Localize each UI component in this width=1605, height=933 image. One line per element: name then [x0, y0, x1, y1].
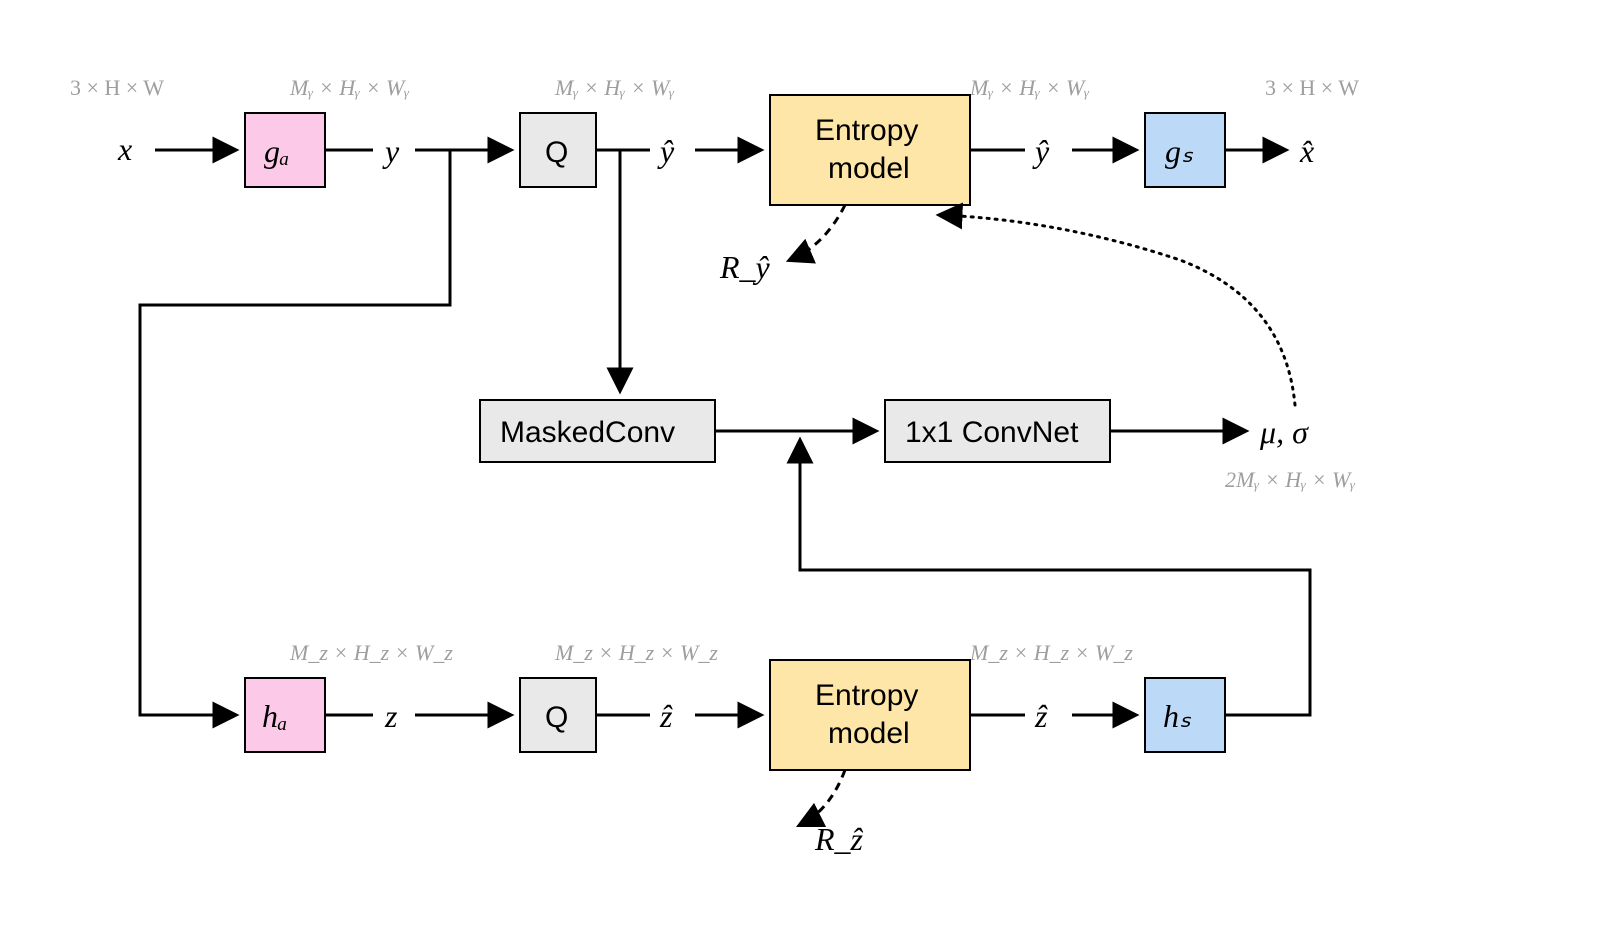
- dim-y: Mᵧ × Hᵧ × Wᵧ: [289, 75, 409, 100]
- dim-yhat: Mᵧ × Hᵧ × Wᵧ: [554, 75, 674, 100]
- var-Ry: R_ŷ: [719, 249, 771, 285]
- dim-zhat-out: M_z × H_z × W_z: [969, 640, 1133, 665]
- label-Q-bottom: Q: [545, 701, 568, 734]
- var-yhat: ŷ: [657, 133, 675, 169]
- label-ha: hₐ: [262, 698, 287, 734]
- label-ga: gₐ: [264, 133, 289, 169]
- row-top: 3 × H × W Mᵧ × Hᵧ × Wᵧ Mᵧ × Hᵧ × Wᵧ Mᵧ ×…: [70, 75, 1359, 205]
- var-x: x: [117, 131, 132, 167]
- label-entropy-top-1: Entropy: [815, 114, 918, 147]
- label-gs: gₛ: [1165, 133, 1194, 169]
- dim-zhat: M_z × H_z × W_z: [554, 640, 718, 665]
- var-zhat-out: ẑ: [1034, 698, 1048, 734]
- dim-xhat: 3 × H × W: [1265, 75, 1359, 100]
- label-convnet: 1x1 ConvNet: [905, 416, 1079, 449]
- label-Q-top: Q: [545, 136, 568, 169]
- dim-yhat-out: Mᵧ × Hᵧ × Wᵧ: [969, 75, 1089, 100]
- label-entropy-bot-2: model: [828, 717, 910, 750]
- label-hs: hₛ: [1163, 698, 1192, 734]
- dim-x: 3 × H × W: [70, 75, 164, 100]
- row-bottom: M_z × H_z × W_z M_z × H_z × W_z M_z × H_…: [245, 640, 1225, 770]
- dim-z: M_z × H_z × W_z: [289, 640, 453, 665]
- var-Rz: R_ẑ: [814, 821, 864, 857]
- var-musigma: μ, σ: [1259, 414, 1309, 450]
- block-entropy-top: [770, 95, 970, 205]
- arrow-musigma-to-entropy: [940, 215, 1295, 405]
- label-maskedconv: MaskedConv: [500, 416, 675, 449]
- label-entropy-top-2: model: [828, 152, 910, 185]
- row-middle: MaskedConv 1x1 ConvNet μ, σ 2Mᵧ × Hᵧ × W…: [480, 400, 1355, 492]
- label-entropy-bot-1: Entropy: [815, 679, 918, 712]
- var-yhat-out: ŷ: [1032, 133, 1050, 169]
- var-y: y: [382, 133, 400, 169]
- block-entropy-bottom: [770, 660, 970, 770]
- var-z: z: [384, 698, 398, 734]
- dim-musigma: 2Mᵧ × Hᵧ × Wᵧ: [1225, 467, 1355, 492]
- diagram: 3 × H × W Mᵧ × Hᵧ × Wᵧ Mᵧ × Hᵧ × Wᵧ Mᵧ ×…: [0, 0, 1605, 933]
- var-xhat: x̂: [1299, 133, 1314, 169]
- arrow-entropy-to-Ry: [790, 205, 845, 260]
- arrow-entropy-to-Rz: [800, 770, 845, 825]
- arrow-y-down-to-ha: [140, 150, 450, 715]
- var-zhat: ẑ: [659, 698, 673, 734]
